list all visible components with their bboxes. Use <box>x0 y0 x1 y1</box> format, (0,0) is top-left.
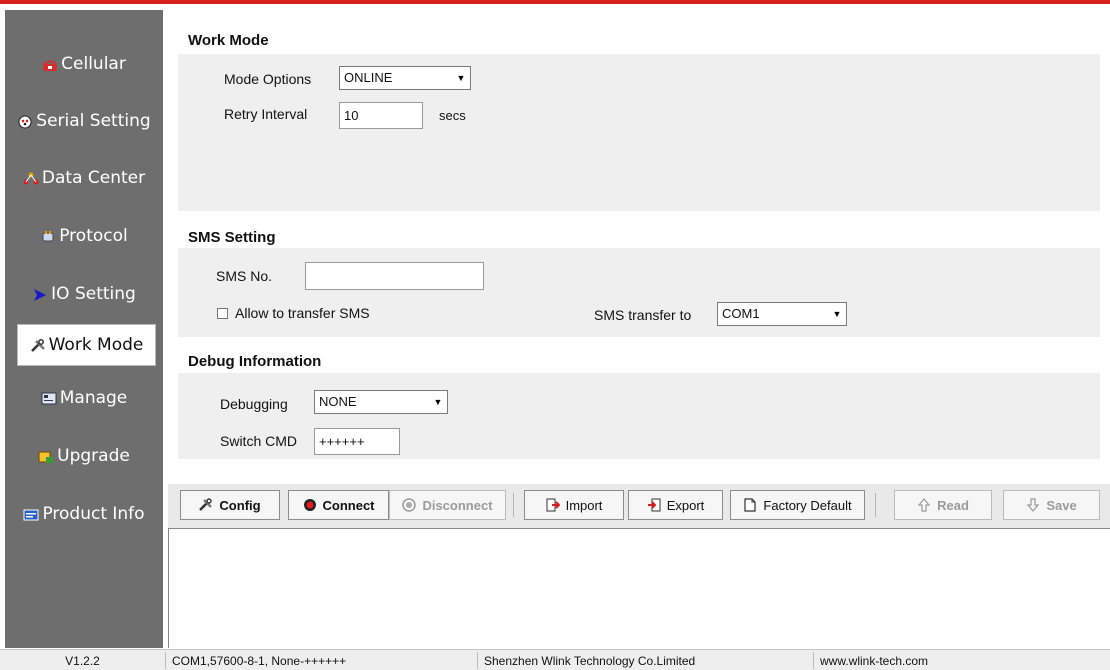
top-accent-line <box>0 0 1110 4</box>
debug-information-panel: Debugging NONE ▼ Switch CMD ++++++ <box>178 373 1100 459</box>
sms-setting-panel: SMS No. Allow to transfer SMS SMS transf… <box>178 248 1100 337</box>
sidebar-item-protocol[interactable]: Protocol <box>5 216 163 256</box>
work-mode-panel: Mode Options ONLINE ▼ Retry Interval 10 … <box>178 54 1100 211</box>
record-off-icon <box>402 498 417 512</box>
chevron-down-icon: ▼ <box>431 393 445 411</box>
read-button-label: Read <box>937 497 969 513</box>
export-button-label: Export <box>666 497 705 513</box>
sidebar-item-label: Serial Setting <box>36 111 151 131</box>
serial-port-icon <box>17 114 33 129</box>
section-title-sms-setting: SMS Setting <box>188 229 276 246</box>
sms-transfer-to-value: COM1 <box>722 306 760 321</box>
status-company: Shenzhen Wlink Technology Co.Limited <box>480 652 814 669</box>
chevron-down-icon: ▼ <box>454 69 468 87</box>
disconnect-button-label: Disconnect <box>422 497 493 513</box>
import-icon <box>546 498 560 512</box>
mode-options-value: ONLINE <box>344 70 393 85</box>
toolbar-separator <box>513 493 514 517</box>
sidebar-item-product-info[interactable]: Product Info <box>5 494 163 534</box>
network-icon <box>23 171 39 185</box>
arrow-up-icon <box>917 498 931 512</box>
info-board-icon <box>23 507 39 521</box>
sidebar-item-work-mode[interactable]: Work Mode <box>17 324 156 366</box>
export-icon <box>647 498 661 512</box>
section-title-work-mode: Work Mode <box>188 32 269 49</box>
allow-transfer-sms-checkbox[interactable] <box>217 308 228 319</box>
switch-cmd-label: Switch CMD <box>220 433 298 449</box>
upgrade-icon <box>38 449 54 463</box>
sidebar-item-label: Work Mode <box>48 335 144 355</box>
save-button-label: Save <box>1046 497 1077 513</box>
sidebar-item-manage[interactable]: Manage <box>5 378 163 418</box>
arrow-down-icon <box>1026 498 1040 512</box>
import-button-label: Import <box>565 497 603 513</box>
sidebar-item-label: Upgrade <box>57 446 130 466</box>
status-website: www.wlink-tech.com <box>820 654 929 668</box>
tools-icon <box>199 498 213 512</box>
switch-cmd-input[interactable]: ++++++ <box>314 428 400 455</box>
sidebar-item-data-center[interactable]: Data Center <box>5 158 163 198</box>
connect-button-label: Connect <box>322 497 375 513</box>
import-button[interactable]: Import <box>524 490 624 520</box>
mode-options-label: Mode Options <box>224 71 312 87</box>
sms-transfer-to-label: SMS transfer to <box>594 307 692 323</box>
toolbar-separator <box>875 493 876 517</box>
sidebar-item-upgrade[interactable]: Upgrade <box>5 436 163 476</box>
arrow-right-icon <box>32 287 48 301</box>
phone-icon <box>42 57 58 71</box>
retry-interval-unit: secs <box>439 108 466 123</box>
sidebar-item-label: Data Center <box>41 168 146 188</box>
sms-transfer-to-select[interactable]: COM1 ▼ <box>717 302 847 326</box>
factory-default-button-label: Factory Default <box>763 497 852 513</box>
save-button[interactable]: Save <box>1003 490 1100 520</box>
config-button-label: Config <box>219 497 261 513</box>
sidebar-item-cellular[interactable]: Cellular <box>5 44 163 84</box>
log-output-area[interactable] <box>168 528 1110 648</box>
read-button[interactable]: Read <box>894 490 992 520</box>
retry-interval-label: Retry Interval <box>224 106 308 122</box>
mode-options-select[interactable]: ONLINE ▼ <box>339 66 471 90</box>
sidebar-item-label: IO Setting <box>51 284 136 304</box>
config-button[interactable]: Config <box>180 490 280 520</box>
disconnect-button[interactable]: Disconnect <box>389 490 506 520</box>
sidebar-item-label: Manage <box>59 388 128 408</box>
export-button[interactable]: Export <box>628 490 723 520</box>
status-version: V1.2.2 <box>0 652 166 669</box>
debugging-value: NONE <box>319 394 357 409</box>
section-title-debug-information: Debug Information <box>188 353 322 370</box>
allow-transfer-sms-label: Allow to transfer SMS <box>235 305 370 321</box>
tools-icon <box>30 338 46 352</box>
sidebar: Cellular Serial Setting Data Center Prot… <box>5 10 163 648</box>
document-icon <box>743 498 757 512</box>
retry-interval-input[interactable]: 10 <box>339 102 423 129</box>
console-icon <box>41 391 57 405</box>
debugging-label: Debugging <box>220 396 288 412</box>
sidebar-item-label: Product Info <box>42 504 145 524</box>
chevron-down-icon: ▼ <box>830 305 844 323</box>
status-bar: V1.2.2 COM1,57600-8-1, None-++++++ Shenz… <box>0 649 1110 670</box>
status-port: COM1,57600-8-1, None-++++++ <box>168 652 478 669</box>
debugging-select[interactable]: NONE ▼ <box>314 390 448 414</box>
record-icon <box>303 498 317 512</box>
toolbar: Config Connect Disconnect Import Export … <box>168 484 1110 528</box>
plug-icon <box>40 229 56 243</box>
sms-no-input[interactable] <box>305 262 484 290</box>
sidebar-item-io-setting[interactable]: IO Setting <box>5 274 163 314</box>
sidebar-item-serial-setting[interactable]: Serial Setting <box>5 101 163 141</box>
sidebar-item-label: Protocol <box>59 226 128 246</box>
factory-default-button[interactable]: Factory Default <box>730 490 865 520</box>
sidebar-item-label: Cellular <box>61 54 126 74</box>
connect-button[interactable]: Connect <box>288 490 389 520</box>
sms-no-label: SMS No. <box>216 268 273 284</box>
